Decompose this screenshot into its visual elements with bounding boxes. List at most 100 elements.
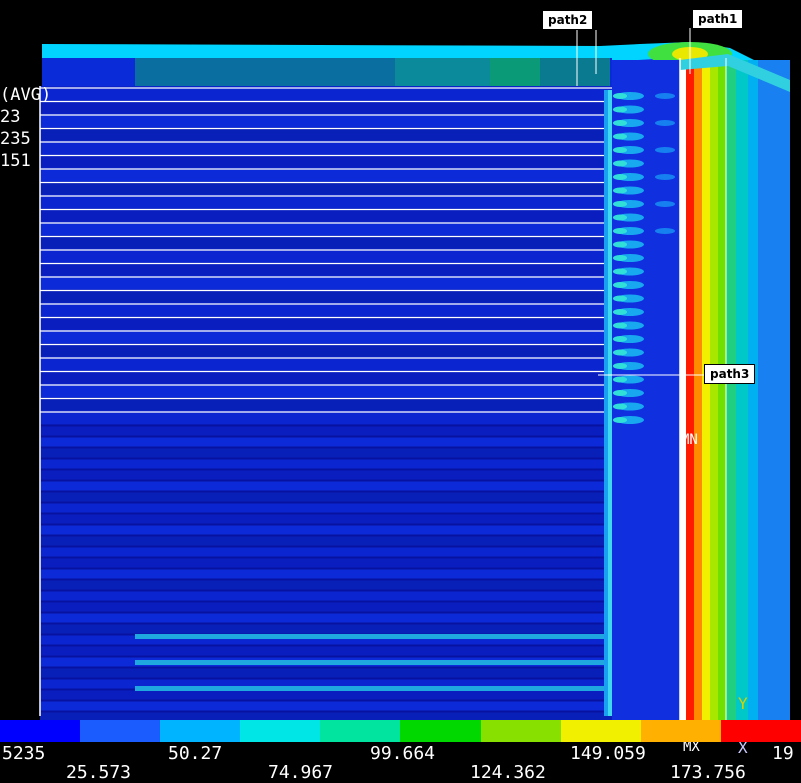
legend-tick-upper-2: 50.27 (168, 743, 223, 764)
gap-lobe-core (613, 228, 627, 234)
laminate-layer (40, 425, 612, 436)
laminate-layer (40, 601, 612, 612)
laminate-layer (40, 623, 612, 634)
gap-lobe-core (613, 390, 627, 396)
laminate-layer (40, 436, 612, 447)
legend-tick-lower-1: 25.573 (66, 762, 132, 783)
gap-lobe-core (613, 187, 627, 194)
gap-lobe-core (613, 282, 627, 288)
gap-lobe-outer (655, 201, 675, 207)
legend-tick-upper-5: 19 (772, 743, 794, 764)
gradient-strip (758, 60, 790, 720)
legend-swatch-10 (720, 720, 801, 742)
laminate-layer (40, 344, 612, 357)
legend-swatch-5 (320, 720, 401, 742)
laminate-layer (40, 590, 612, 601)
top-cap-band-teal3 (540, 58, 610, 86)
gap-lobe-outer (655, 93, 675, 99)
gap-lobe-core (613, 174, 627, 180)
laminate-layer (40, 385, 612, 397)
top-cap-band-green (490, 58, 540, 86)
laminate-layer (40, 535, 612, 546)
laminate-layer (40, 458, 612, 469)
gap-lobe-outer (655, 174, 675, 180)
gap-lobe-core (613, 363, 627, 369)
laminate-layer (40, 115, 612, 127)
axis-y-label: Y (738, 694, 748, 713)
gradient-strip (686, 60, 694, 720)
laminate-layer (40, 502, 612, 513)
contour-plot-viewport (0, 0, 801, 780)
legend-swatch-4 (240, 720, 321, 742)
gap-lobe-core (613, 147, 627, 153)
laminate-layer (40, 182, 612, 195)
gap-lobe-core (613, 214, 627, 221)
contour-legend-header: (AVG) (0, 85, 52, 105)
top-cap-band-teal2 (395, 58, 490, 86)
gap-lobe-core (613, 255, 627, 261)
legend-tick-upper-3: 99.664 (370, 743, 436, 764)
laminate-layer (40, 101, 612, 114)
path1-tag[interactable]: path1 (692, 9, 744, 29)
laminate-layer (40, 263, 612, 276)
gradient-strip (718, 60, 726, 720)
gap-lobe-core (613, 93, 627, 99)
interlayer-highlight (135, 634, 612, 639)
laminate-layer (40, 645, 612, 656)
contour-legend-line-3: 151 (0, 151, 31, 171)
laminate-layer (40, 667, 612, 678)
laminate-layer (40, 155, 612, 168)
gap-lobe-core (613, 376, 627, 383)
gap-lobe-outer (655, 147, 675, 153)
laminate-layer (40, 557, 612, 568)
gradient-strip (726, 60, 736, 720)
gap-lobe-core (613, 268, 627, 275)
legend-swatch-9 (640, 720, 721, 742)
path3-tag[interactable]: path3 (704, 364, 756, 384)
path2-tag[interactable]: path2 (542, 10, 594, 30)
legend-swatch-1 (0, 720, 81, 742)
gradient-strip (680, 60, 686, 720)
laminate-layer (40, 480, 612, 491)
laminate-layer (40, 331, 612, 343)
legend-swatch-6 (400, 720, 481, 742)
laminate-layer (40, 358, 612, 370)
laminate-layer (40, 491, 612, 502)
laminate-layer (40, 469, 612, 480)
legend-tick-lower-4: 173.756 (670, 762, 746, 783)
laminate-layer (40, 447, 612, 458)
laminate-layer (40, 196, 612, 208)
legend-swatch-2 (80, 720, 161, 742)
right-gradient-column (679, 54, 790, 720)
gradient-strip (748, 60, 758, 720)
laminate-layer (40, 513, 612, 524)
gradient-strip (702, 60, 710, 720)
laminate-layer (40, 277, 612, 289)
laminate-layer (40, 398, 612, 411)
legend-tick-upper-4: 149.059 (570, 743, 646, 764)
laminate-layer (40, 371, 612, 384)
gap-lobe-core (613, 336, 627, 342)
interlayer-highlight (135, 686, 612, 691)
legend-swatch-8 (560, 720, 641, 742)
gap-lobe-core (613, 201, 627, 207)
gap-lobe-core (613, 106, 627, 113)
interlayer-highlight (135, 660, 612, 665)
laminate-layer (40, 223, 612, 235)
gap-lobe-outer (655, 120, 675, 126)
laminate-layer (40, 142, 612, 154)
contour-legend-line-2: 235 (0, 129, 31, 149)
laminate-layer (40, 317, 612, 330)
legend-tick-lower-3: 124.362 (470, 762, 546, 783)
gap-lobe-core (613, 322, 627, 329)
laminate-layer (40, 250, 612, 262)
laminate-layer (40, 290, 612, 303)
gap-lobe-core (613, 403, 627, 410)
gap-lobe-core (613, 241, 627, 248)
gradient-strip (710, 60, 718, 720)
gap-lobe-core (613, 295, 627, 302)
gap-lobe-core (613, 120, 627, 126)
laminate-layer (40, 209, 612, 222)
laminate-layer (40, 236, 612, 249)
gap-lobe-core (613, 349, 627, 356)
